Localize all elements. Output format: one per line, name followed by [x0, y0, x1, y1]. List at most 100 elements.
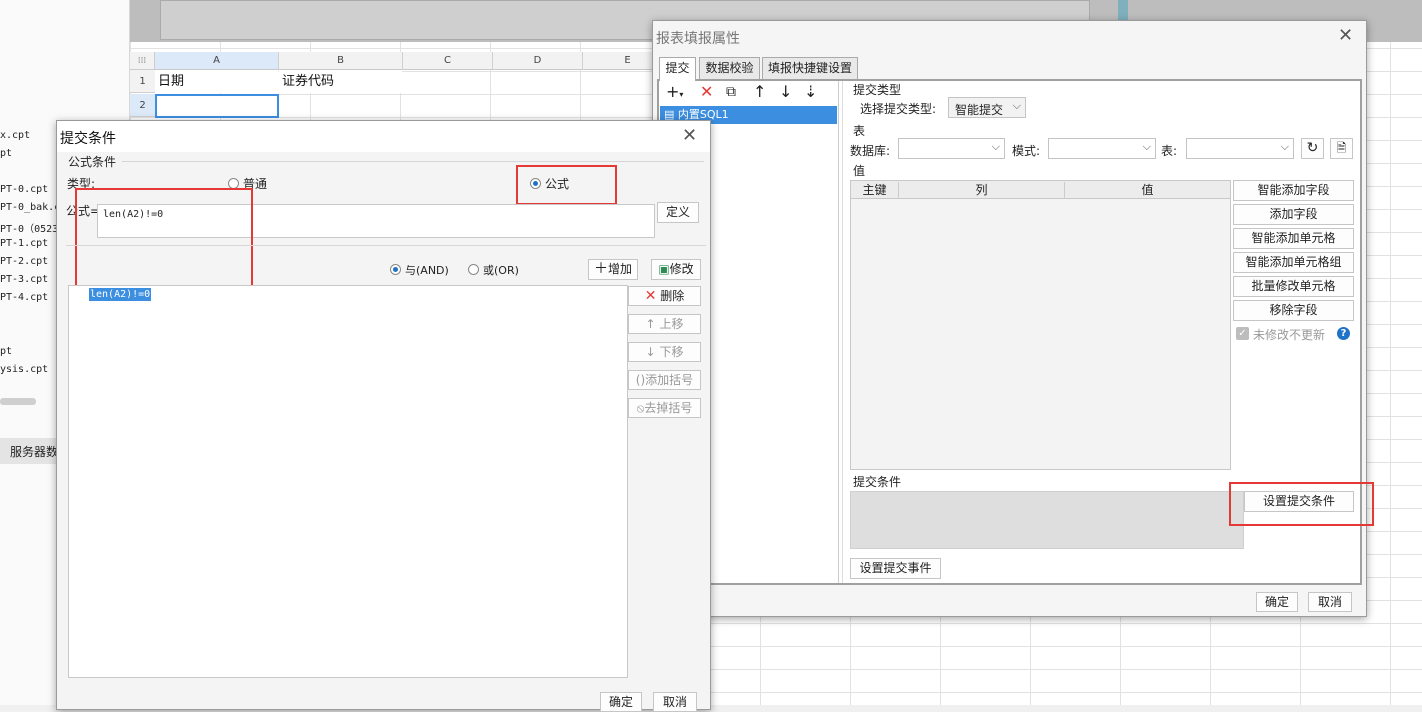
- select-all-corner[interactable]: ⁞⁞⁞: [130, 52, 155, 70]
- type-normal-radio[interactable]: 普通: [228, 175, 267, 192]
- field-table[interactable]: [850, 180, 1231, 470]
- chevron-down-icon: ⌵: [1012, 99, 1021, 112]
- table-select[interactable]: ⌵: [1186, 138, 1294, 159]
- formula-input[interactable]: len(A2)!=0: [97, 204, 655, 238]
- server-dataset-tab[interactable]: 服务器数: [0, 438, 58, 464]
- file-item[interactable]: PT-2.cpt: [0, 256, 48, 267]
- section-divider: [66, 245, 706, 246]
- close-icon[interactable]: ✕: [682, 125, 697, 146]
- file-item[interactable]: pt: [0, 148, 12, 159]
- batch-modify-cell-button[interactable]: 批量修改单元格: [1233, 276, 1354, 297]
- radio-icon: [390, 264, 401, 275]
- column-header-primary-key[interactable]: 主键: [851, 182, 899, 199]
- delete-icon: ✕: [644, 288, 657, 304]
- logic-or-radio[interactable]: 或(OR): [468, 262, 519, 278]
- ok-button[interactable]: 确定: [1256, 592, 1298, 612]
- refresh-icon[interactable]: ↻: [1301, 138, 1324, 159]
- remove-field-button[interactable]: 移除字段: [1233, 300, 1354, 321]
- arrow-up-icon: ↑: [645, 317, 656, 331]
- section-divider: [122, 161, 704, 162]
- logic-and-radio[interactable]: 与(AND): [390, 262, 449, 278]
- file-item[interactable]: ysis.cpt: [0, 364, 48, 375]
- database-select[interactable]: ⌵: [898, 138, 1005, 159]
- move-down-icon[interactable]: ↓: [779, 82, 792, 102]
- section-value: 值: [853, 164, 866, 178]
- column-header[interactable]: B: [279, 52, 403, 70]
- no-update-label: 未修改不更新: [1253, 328, 1326, 342]
- radio-icon: [530, 178, 541, 189]
- file-item[interactable]: PT-1.cpt: [0, 238, 48, 249]
- type-formula-radio[interactable]: 公式: [530, 175, 569, 192]
- tab-data-validation[interactable]: 数据校验: [699, 57, 760, 79]
- smart-add-cell-group-button[interactable]: 智能添加单元格组: [1233, 252, 1354, 273]
- move-bottom-icon[interactable]: ⇣: [804, 82, 817, 102]
- submit-condition-display: [850, 491, 1244, 549]
- section-table: 表: [853, 124, 866, 138]
- edit-icon: ▣: [658, 262, 670, 276]
- dialog-title: 提交条件: [57, 121, 710, 152]
- move-up-icon[interactable]: ↑: [753, 82, 766, 102]
- no-update-checkbox[interactable]: ✓: [1236, 327, 1249, 340]
- file-item[interactable]: PT-0.cpt: [0, 184, 48, 195]
- tab-shortcut-settings[interactable]: 填报快捷键设置: [762, 57, 858, 79]
- smart-add-field-button[interactable]: 智能添加字段: [1233, 180, 1354, 201]
- ok-button[interactable]: 确定: [600, 692, 642, 712]
- arrow-down-icon: ↓: [645, 345, 656, 359]
- database-label: 数据库:: [850, 144, 891, 158]
- chevron-down-icon: ⌵: [1142, 140, 1151, 153]
- column-header[interactable]: A: [155, 52, 279, 70]
- chevron-down-icon: ⌵: [1280, 140, 1289, 153]
- chevron-down-icon: ⌵: [991, 140, 1000, 153]
- horizontal-scrollbar[interactable]: [0, 398, 36, 405]
- row-header[interactable]: 1: [130, 70, 155, 93]
- help-icon[interactable]: ?: [1337, 327, 1350, 340]
- cell-a1[interactable]: 日期: [155, 70, 278, 93]
- modify-button[interactable]: ▣修改: [651, 259, 701, 280]
- column-header[interactable]: D: [493, 52, 583, 70]
- section-submit-type: 提交类型: [853, 83, 902, 97]
- splitter[interactable]: [842, 81, 843, 583]
- bracket-icon: (): [635, 373, 646, 387]
- row-header[interactable]: 2: [130, 94, 155, 117]
- move-up-button[interactable]: ↑ 上移: [628, 314, 701, 334]
- radio-icon: [468, 264, 479, 275]
- set-submit-event-button[interactable]: 设置提交事件: [850, 558, 941, 579]
- add-field-button[interactable]: 添加字段: [1233, 204, 1354, 225]
- move-down-button[interactable]: ↓ 下移: [628, 342, 701, 362]
- list-item[interactable]: len(A2)!=0: [89, 288, 152, 301]
- file-item[interactable]: PT-0（0523: [0, 220, 58, 235]
- table-label: 表:: [1161, 144, 1178, 158]
- delete-button[interactable]: ✕ 删除: [628, 286, 701, 306]
- add-bracket-button[interactable]: ()添加括号: [628, 370, 701, 390]
- column-header[interactable]: C: [403, 52, 493, 70]
- formula-label: 公式=: [66, 204, 101, 218]
- remove-bracket-button[interactable]: ⦸去掉括号: [628, 398, 701, 418]
- submit-type-select[interactable]: 智能提交 ⌵: [948, 97, 1026, 118]
- delete-icon[interactable]: ✕: [700, 82, 713, 102]
- preview-table-icon[interactable]: 🗎: [1330, 138, 1353, 159]
- set-submit-condition-button[interactable]: 设置提交条件: [1244, 491, 1354, 512]
- close-icon[interactable]: ✕: [1338, 25, 1353, 46]
- condition-list[interactable]: [68, 285, 628, 678]
- file-item[interactable]: PT-3.cpt: [0, 274, 48, 285]
- file-item[interactable]: PT-4.cpt: [0, 292, 48, 303]
- type-label: 类型:: [67, 177, 96, 191]
- file-item[interactable]: PT-0_bak.c: [0, 202, 60, 213]
- file-item[interactable]: x.cpt: [0, 130, 30, 141]
- cell-b1[interactable]: 证券代码: [279, 70, 402, 93]
- column-header-value[interactable]: 值: [1065, 182, 1230, 199]
- section-submit-condition: 提交条件: [853, 475, 902, 489]
- tab-submit[interactable]: 提交: [659, 57, 696, 81]
- mode-select[interactable]: ⌵: [1048, 138, 1156, 159]
- add-button[interactable]: ＋增加: [588, 259, 638, 280]
- cancel-button[interactable]: 取消: [653, 692, 697, 712]
- smart-add-cell-button[interactable]: 智能添加单元格: [1233, 228, 1354, 249]
- define-button[interactable]: 定义: [657, 202, 699, 223]
- radio-icon: [228, 178, 239, 189]
- selected-cell-a2[interactable]: [155, 94, 279, 118]
- file-item[interactable]: pt: [0, 346, 12, 357]
- add-icon[interactable]: +▾: [666, 82, 683, 105]
- column-header-column[interactable]: 列: [899, 182, 1065, 199]
- copy-icon[interactable]: ⧉: [726, 82, 736, 102]
- cancel-button[interactable]: 取消: [1308, 592, 1352, 612]
